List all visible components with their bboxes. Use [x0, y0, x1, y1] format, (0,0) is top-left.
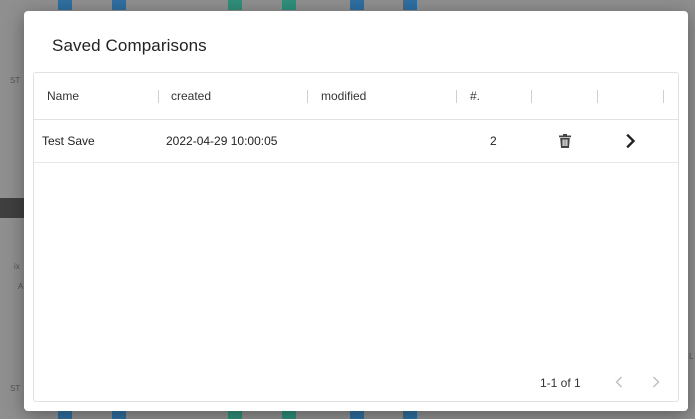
background-bar	[282, 411, 296, 419]
background-bar	[350, 411, 364, 419]
cell-created: 2022-04-29 10:00:05	[166, 134, 278, 148]
background-label: A	[18, 282, 24, 291]
background-bar	[112, 411, 126, 419]
column-header-name[interactable]: Name	[47, 73, 79, 120]
chevron-right-icon	[653, 376, 660, 388]
open-comparison-button[interactable]	[621, 131, 641, 151]
pagination-range: 1-1 of 1	[540, 376, 581, 390]
background-bar	[58, 411, 72, 419]
table-row[interactable]: Test Save 2022-04-29 10:00:05 2	[34, 120, 678, 163]
saved-comparisons-table: Name created modified #. Test Save 2022-…	[33, 72, 679, 402]
column-separator[interactable]	[307, 90, 308, 103]
background-bar	[112, 0, 126, 10]
column-header-modified[interactable]: modified	[321, 73, 366, 120]
background-bar	[58, 0, 72, 10]
background-label: ix	[14, 262, 20, 271]
previous-page-button[interactable]	[608, 371, 630, 393]
background-bar	[228, 0, 242, 10]
column-separator[interactable]	[663, 90, 664, 103]
next-page-button[interactable]	[645, 371, 667, 393]
column-separator[interactable]	[531, 90, 532, 103]
cell-name: Test Save	[42, 134, 95, 148]
background-bar	[228, 411, 242, 419]
chevron-left-icon	[615, 376, 622, 388]
saved-comparisons-dialog: Saved Comparisons Name created modified …	[24, 11, 688, 411]
cell-count: 2	[490, 134, 497, 148]
background-bar	[282, 0, 296, 10]
background-block	[0, 198, 24, 218]
column-separator[interactable]	[158, 90, 159, 103]
column-header-count[interactable]: #.	[470, 73, 480, 120]
delete-button[interactable]	[555, 131, 575, 151]
background-bar	[403, 411, 417, 419]
background-label: L	[689, 352, 694, 361]
background-label: ST	[10, 76, 21, 85]
column-header-created[interactable]: created	[171, 73, 211, 120]
trash-icon	[559, 134, 571, 148]
background-bar	[350, 0, 364, 10]
background-label: ST	[10, 384, 21, 393]
column-separator[interactable]	[597, 90, 598, 103]
chevron-right-icon	[626, 134, 636, 148]
background-bar	[403, 0, 417, 10]
dialog-title: Saved Comparisons	[52, 36, 207, 55]
table-header: Name created modified #.	[34, 73, 678, 120]
column-separator[interactable]	[456, 90, 457, 103]
